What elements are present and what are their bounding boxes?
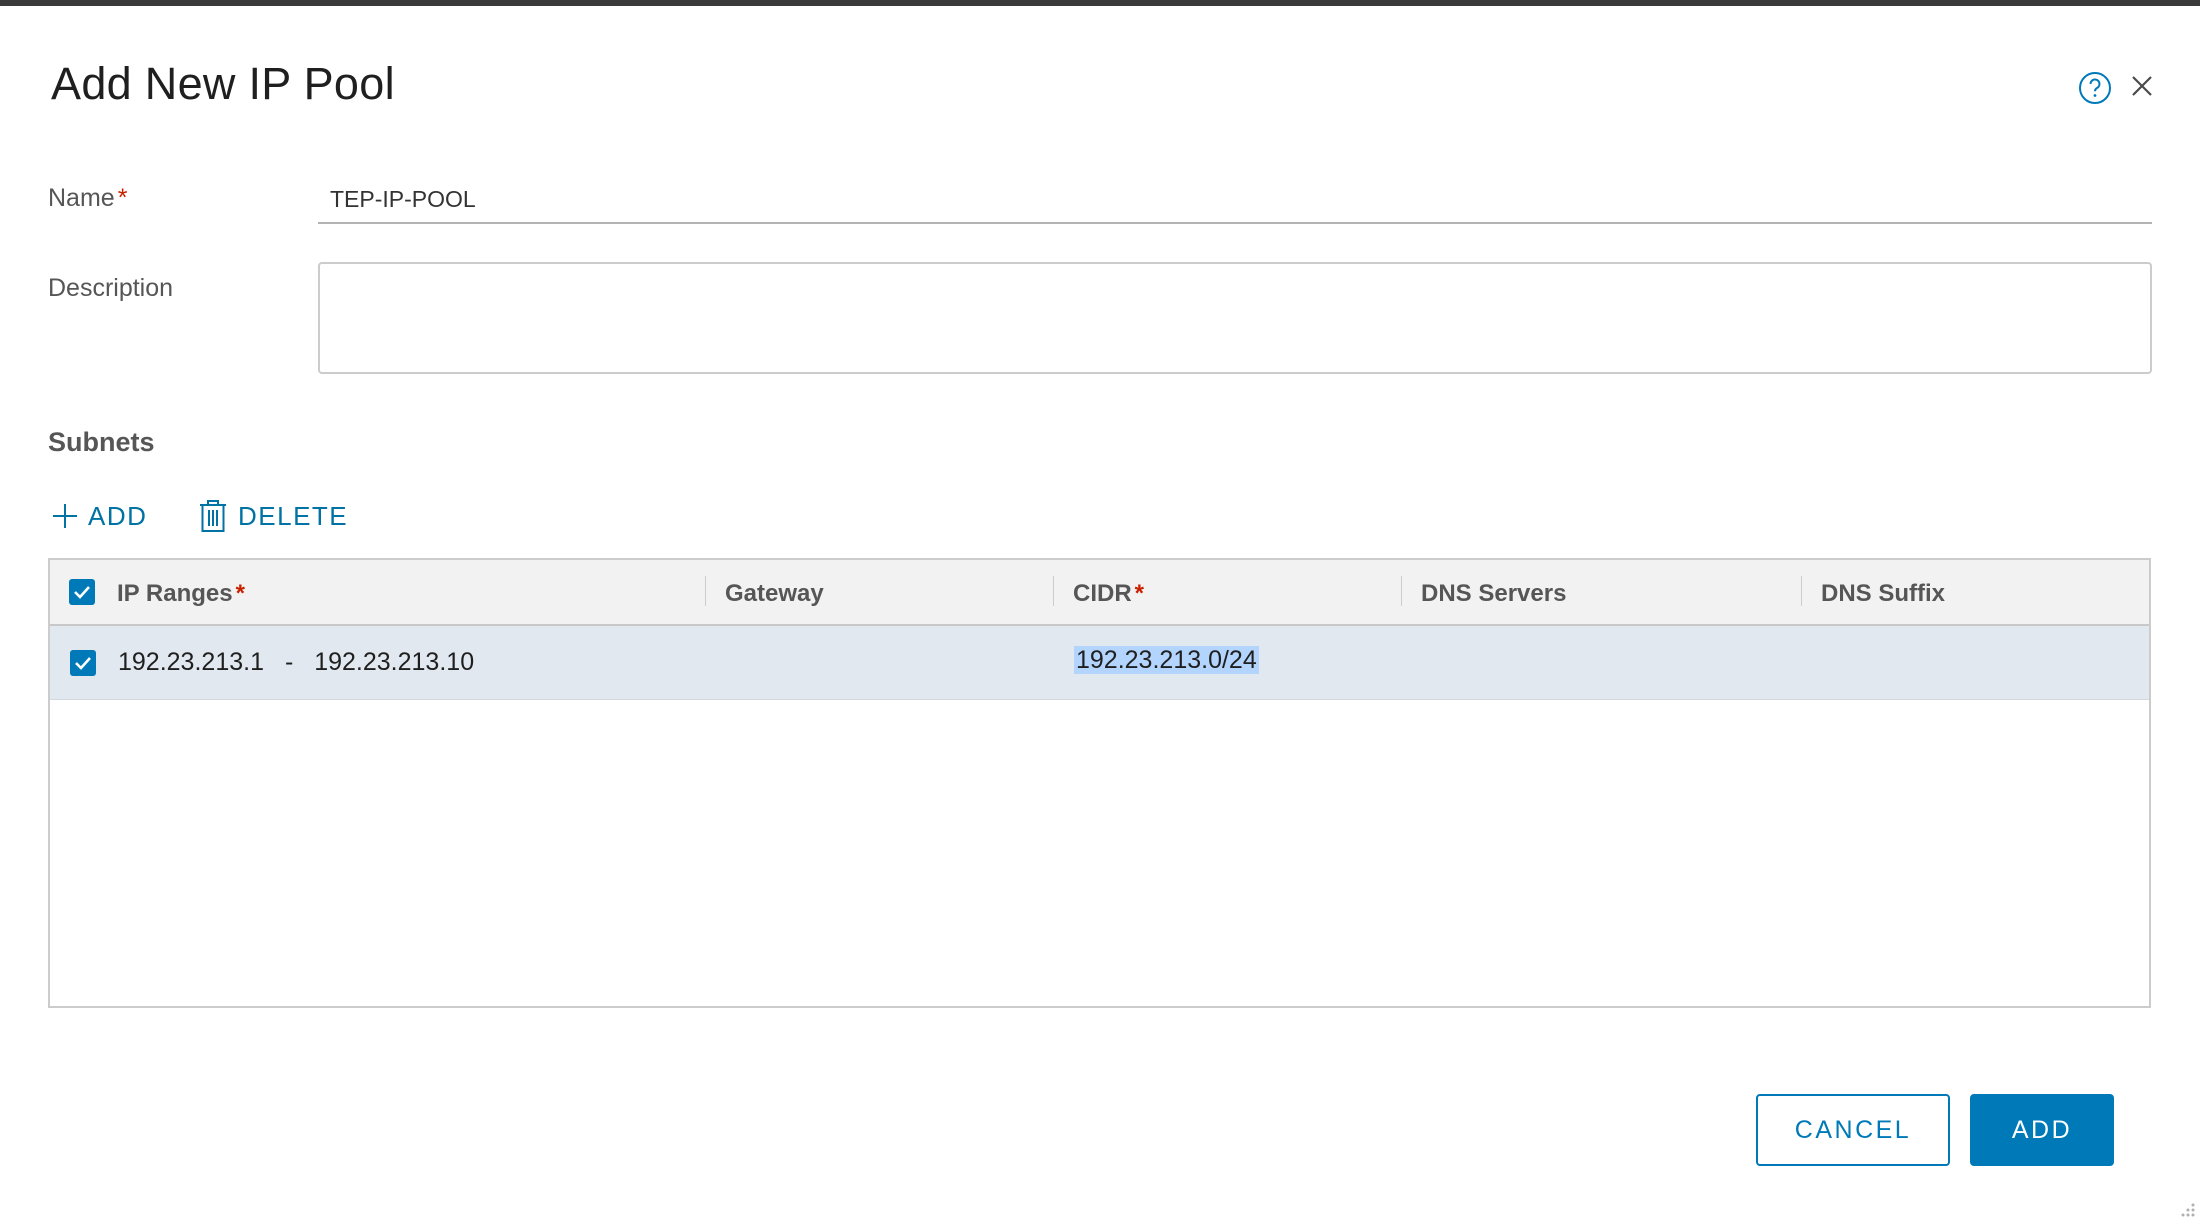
- delete-subnet-button[interactable]: DELETE: [198, 494, 348, 538]
- column-header-dns-suffix[interactable]: DNS Suffix: [1821, 580, 1945, 608]
- subnets-table: IP Ranges * Gateway CIDR * DNS Servers DNS…: [48, 558, 2151, 1008]
- trash-icon: [200, 500, 226, 532]
- column-header-label: IP Ranges: [117, 580, 233, 607]
- name-input[interactable]: [318, 176, 2152, 224]
- required-asterisk: *: [235, 580, 245, 607]
- cidr-cell[interactable]: 192.23.213.0/24: [1074, 646, 1259, 675]
- column-header-gateway[interactable]: Gateway: [725, 580, 824, 608]
- column-separator[interactable]: [1801, 576, 1802, 606]
- close-icon[interactable]: [2130, 74, 2154, 98]
- add-subnet-button[interactable]: ADD: [52, 494, 147, 538]
- column-separator[interactable]: [1401, 576, 1402, 606]
- column-header-cidr[interactable]: CIDR *: [1073, 580, 1144, 608]
- name-label: Name *: [48, 184, 127, 213]
- plus-icon: [53, 504, 77, 528]
- column-separator[interactable]: [705, 576, 706, 606]
- check-icon: [74, 586, 90, 599]
- column-header-label: CIDR: [1073, 580, 1132, 607]
- cidr-value: 192.23.213.0/24: [1074, 646, 1259, 674]
- required-asterisk: *: [1134, 580, 1145, 607]
- table-header: IP Ranges * Gateway CIDR * DNS Servers DNS…: [50, 560, 2149, 626]
- description-label: Description: [48, 274, 174, 302]
- ip-range-cell[interactable]: 192.23.213.1 - 192.23.213.10: [118, 648, 474, 677]
- column-header-ip-ranges[interactable]: IP Ranges *: [117, 580, 245, 608]
- help-icon[interactable]: [2078, 71, 2112, 105]
- subnets-section-title: Subnets: [48, 427, 155, 457]
- select-all-checkbox[interactable]: [69, 579, 95, 605]
- window-top-border: [0, 0, 2200, 6]
- ip-range-separator: -: [284, 648, 294, 676]
- description-textarea[interactable]: [318, 262, 2152, 374]
- resize-grip-icon[interactable]: [2176, 1200, 2196, 1220]
- dialog-title: Add New IP Pool: [51, 58, 395, 109]
- name-label-text: Name: [48, 184, 115, 212]
- ip-range-start: 192.23.213.1: [118, 648, 264, 676]
- delete-subnet-label: DELETE: [238, 500, 349, 531]
- cancel-button[interactable]: CANCEL: [1756, 1094, 1950, 1166]
- table-row[interactable]: 192.23.213.1 - 192.23.213.10 192.23.213.…: [50, 626, 2149, 700]
- row-checkbox[interactable]: [70, 650, 96, 676]
- column-header-dns-servers[interactable]: DNS Servers: [1421, 580, 1566, 608]
- column-separator[interactable]: [1053, 576, 1054, 606]
- add-button[interactable]: ADD: [1970, 1094, 2114, 1166]
- required-asterisk: *: [117, 184, 128, 212]
- check-icon: [75, 657, 91, 670]
- add-subnet-label: ADD: [88, 500, 148, 531]
- ip-range-end: 192.23.213.10: [314, 648, 475, 676]
